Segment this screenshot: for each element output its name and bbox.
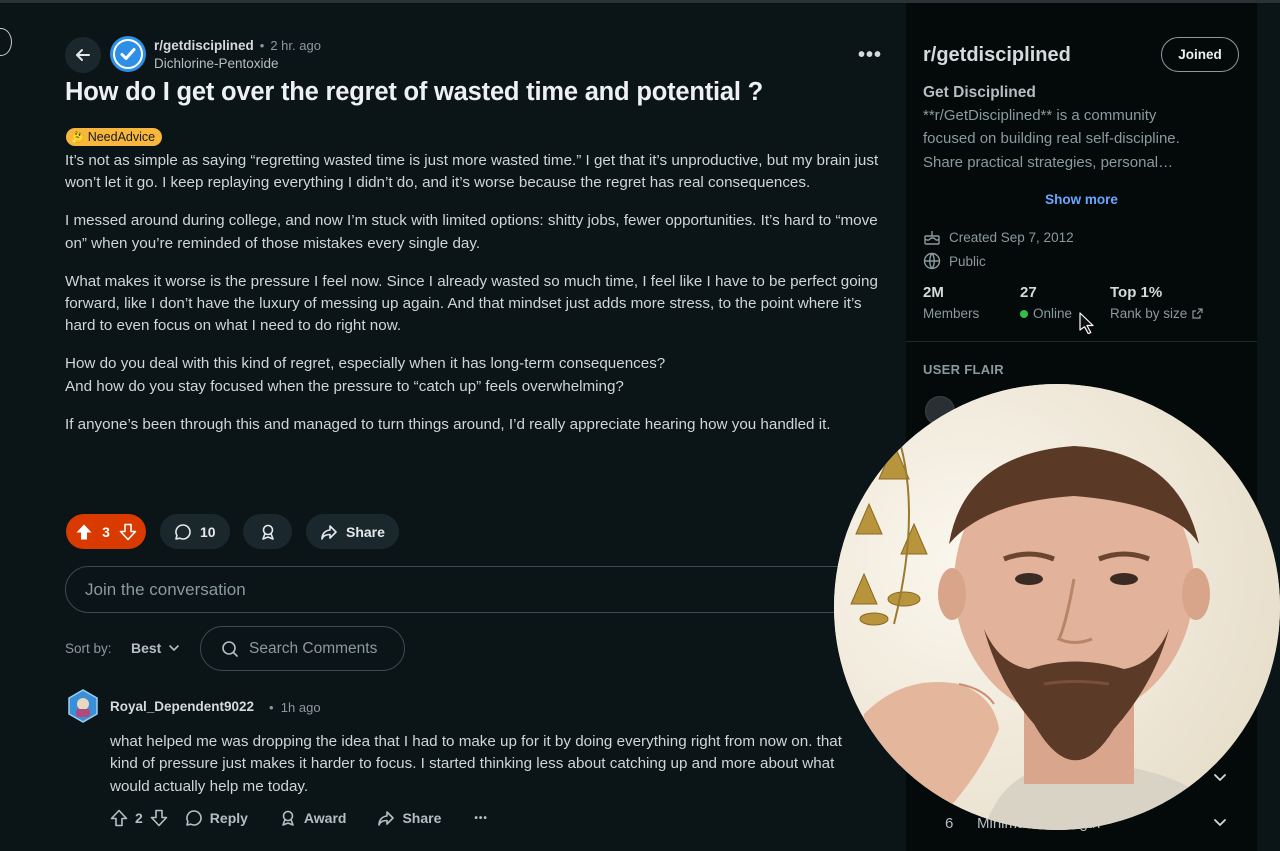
visibility-row: Public	[923, 252, 986, 270]
award-icon	[282, 810, 294, 826]
post-time: 2 hr. ago	[270, 38, 321, 53]
post-body: It’s not as simple as saying “regretting…	[65, 150, 885, 452]
reply-label: Reply	[209, 810, 248, 826]
chevron-down-icon	[169, 645, 180, 651]
award-label: Award	[303, 810, 347, 826]
rule-number: 6	[945, 814, 954, 832]
award-icon	[261, 524, 274, 540]
vote-count: 3	[102, 523, 110, 540]
arrow-left-icon	[76, 49, 90, 61]
search-comments-input[interactable]: Search Comments	[200, 626, 405, 671]
online-label: Online	[1020, 306, 1072, 321]
commenter-avatar[interactable]	[66, 689, 100, 723]
comment-reply-button[interactable]: Reply	[185, 809, 248, 827]
comment-more-label: •••	[474, 812, 488, 824]
comment-time: • 1h ago	[269, 700, 321, 715]
rank-value: Top 1%	[1110, 284, 1163, 301]
back-button[interactable]	[65, 37, 101, 73]
joined-button[interactable]: Joined	[1161, 37, 1239, 72]
post-paragraph: What makes it worse is the pressure I fe…	[65, 272, 878, 335]
created-date: Created Sep 7, 2012	[949, 229, 1074, 245]
rank-label-text: Rank by size	[1110, 306, 1188, 321]
online-count: 27	[1020, 284, 1037, 301]
composer-placeholder: Join the conversation	[85, 579, 246, 599]
visibility-value: Public	[949, 253, 986, 269]
show-more-link[interactable]: Show more	[906, 192, 1257, 207]
external-link-icon	[1192, 308, 1203, 319]
chevron-down-icon	[1214, 819, 1226, 826]
share-label: Share	[346, 523, 385, 540]
comment-share-button[interactable]: Share	[377, 809, 441, 827]
menu-icon[interactable]	[0, 28, 12, 56]
comment-award-button[interactable]: Award	[279, 809, 347, 827]
members-label: Members	[923, 306, 979, 321]
comment-more-button[interactable]: •••	[474, 813, 488, 824]
post-paragraph: If anyone’s been through this and manage…	[65, 415, 831, 433]
comment-author[interactable]: Royal_Dependent9022	[110, 699, 254, 714]
search-comments-placeholder: Search Comments	[249, 639, 378, 657]
comment-separator: •	[269, 700, 274, 715]
members-count: 2M	[923, 284, 944, 301]
comment-count: 10	[200, 523, 216, 540]
share-icon	[321, 524, 337, 540]
upvote-icon[interactable]	[110, 809, 128, 827]
comment-composer-input[interactable]: Join the conversation	[65, 566, 865, 613]
community-name: Get Disciplined	[923, 84, 1036, 101]
comment-actions: 2 Reply Award Share •••	[110, 809, 488, 827]
sort-dropdown[interactable]: Best	[131, 640, 180, 656]
post-paragraph: It’s not as simple as saying “regretting…	[65, 152, 879, 192]
comment-text: what helped me was dropping the idea tha…	[110, 733, 842, 795]
created-row: Created Sep 7, 2012	[923, 228, 1074, 246]
sort-label: Sort by:	[65, 641, 112, 656]
online-status-dot	[1020, 309, 1028, 318]
search-icon	[222, 640, 238, 657]
sidebar-divider	[906, 341, 1257, 342]
award-button[interactable]	[243, 514, 292, 549]
comment-time-value: 1h ago	[280, 700, 321, 715]
share-button[interactable]: Share	[306, 514, 399, 549]
post-paragraph: How do you deal with this kind of regret…	[65, 355, 666, 395]
community-description: **r/GetDisciplined** is a community focu…	[923, 107, 1180, 171]
subreddit-avatar[interactable]	[110, 36, 146, 72]
webcam-overlay	[834, 384, 1280, 830]
subreddit-link[interactable]: r/getdisciplined	[154, 38, 254, 53]
online-label-text: Online	[1033, 306, 1073, 321]
post-title: How do I get over the regret of wasted t…	[65, 78, 764, 106]
comment-vote-count: 2	[135, 810, 143, 826]
sidebar-title: r/getdisciplined	[923, 44, 1071, 66]
post-flair[interactable]: 🤔 NeedAdvice	[66, 128, 163, 146]
more-options-button[interactable]: •••	[858, 44, 882, 67]
checkmark-icon	[120, 48, 136, 60]
upvote-icon[interactable]	[75, 523, 93, 541]
downvote-icon[interactable]	[119, 523, 137, 541]
share-icon	[378, 811, 395, 826]
post-paragraph: I messed around during college, and now …	[65, 212, 878, 252]
post-meta: r/getdisciplined • 2 hr. ago	[154, 38, 321, 53]
sort-value: Best	[131, 640, 162, 656]
comment-share-label: Share	[402, 810, 442, 826]
cake-icon	[924, 231, 940, 245]
comment-icon	[175, 523, 191, 540]
comment-icon	[185, 810, 202, 826]
post-author[interactable]: Dichlorine-Pentoxide	[154, 56, 279, 71]
comment-vote-control: 2	[110, 809, 168, 827]
downvote-icon[interactable]	[150, 809, 168, 827]
chevron-down-icon	[1214, 774, 1226, 781]
meta-separator: •	[259, 38, 265, 53]
thinking-emoji-icon: 🤔	[71, 131, 85, 144]
members-label-text: Members	[923, 306, 980, 321]
comments-button[interactable]: 10	[160, 514, 230, 549]
vote-control: 3	[66, 514, 146, 549]
mouse-cursor-icon	[1079, 312, 1094, 334]
user-flair-heading: USER FLAIR	[923, 362, 1004, 377]
webcam-person-image	[834, 384, 1280, 830]
globe-icon	[923, 252, 941, 270]
post-flair-label: NeedAdvice	[87, 130, 156, 144]
rank-link[interactable]: Rank by size	[1110, 306, 1203, 321]
